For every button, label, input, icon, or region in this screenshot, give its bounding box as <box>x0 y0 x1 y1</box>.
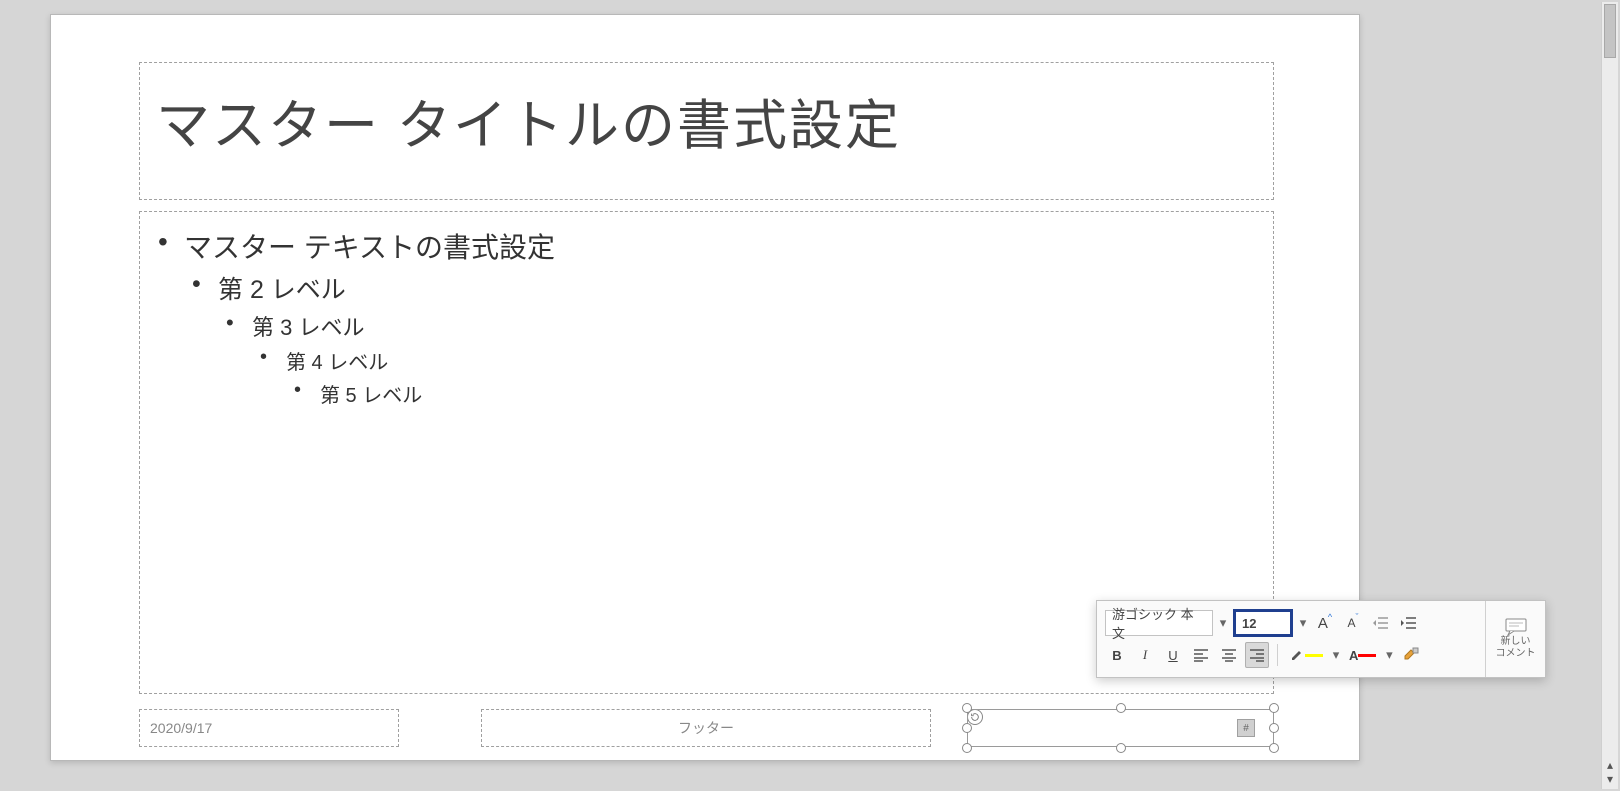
date-text: 2020/9/17 <box>150 720 212 736</box>
scroll-next-icon[interactable]: ▾ <box>1607 773 1613 785</box>
mini-toolbar: 游ゴシック 本文 ▾ 12 ▾ A^ Aˇ B I U <box>1096 600 1546 678</box>
title-text: マスター タイトルの書式設定 <box>156 81 1257 160</box>
highlight-color-button[interactable] <box>1286 642 1326 668</box>
caret-up-icon: ^ <box>1328 612 1332 622</box>
bold-button[interactable]: B <box>1105 642 1129 668</box>
new-comment-button[interactable]: 新しい コメント <box>1485 601 1545 677</box>
date-placeholder[interactable]: 2020/9/17 <box>139 709 399 747</box>
decrease-indent-button[interactable] <box>1369 610 1393 636</box>
align-center-icon <box>1221 648 1237 662</box>
new-comment-label-1: 新しい <box>1501 636 1531 648</box>
font-color-button[interactable]: A <box>1346 642 1379 668</box>
font-size-value: 12 <box>1242 616 1256 631</box>
highlight-color-swatch <box>1305 654 1323 657</box>
body-level-1: マスター テキストの書式設定 <box>158 226 1255 266</box>
font-size-combo[interactable]: 12 <box>1233 609 1293 637</box>
footer-text: フッター <box>678 718 734 738</box>
mini-toolbar-row-1: 游ゴシック 本文 ▾ 12 ▾ A^ Aˇ <box>1105 607 1477 639</box>
title-placeholder[interactable]: マスター タイトルの書式設定 <box>139 62 1274 200</box>
font-name-dropdown[interactable]: ▾ <box>1217 615 1229 631</box>
font-color-swatch <box>1358 654 1376 657</box>
align-left-button[interactable] <box>1189 642 1213 668</box>
body-level-4: 第 4 レベル <box>260 346 1255 375</box>
align-right-icon <box>1249 648 1265 662</box>
grow-font-button[interactable]: A^ <box>1313 610 1337 636</box>
slide-number-placeholder-selected[interactable]: # <box>967 709 1274 747</box>
font-name-value: 游ゴシック 本文 <box>1112 604 1206 642</box>
vertical-scrollbar[interactable]: ▴ ▾ <box>1601 2 1618 789</box>
align-left-icon <box>1193 648 1209 662</box>
slide-number-icon: # <box>1237 719 1255 737</box>
mini-toolbar-row-2: B I U ▾ A ▾ <box>1105 639 1477 671</box>
shrink-font-button[interactable]: Aˇ <box>1341 610 1365 636</box>
scrollbar-thumb[interactable] <box>1604 4 1616 58</box>
font-name-combo[interactable]: 游ゴシック 本文 <box>1105 610 1213 636</box>
comment-icon <box>1505 618 1527 636</box>
increase-indent-icon <box>1400 615 1418 631</box>
separator <box>1277 644 1278 666</box>
scroll-prev-icon[interactable]: ▴ <box>1607 759 1613 771</box>
resize-handle-top-right[interactable] <box>1269 703 1279 713</box>
new-comment-label-2: コメント <box>1496 648 1536 660</box>
highlighter-icon <box>1289 648 1305 662</box>
paintbrush-icon <box>1402 647 1420 663</box>
resize-handle-top-left[interactable] <box>962 703 972 713</box>
body-level-3: 第 3 レベル <box>226 310 1255 342</box>
format-painter-button[interactable] <box>1399 642 1423 668</box>
font-color-dropdown[interactable]: ▾ <box>1383 647 1395 663</box>
resize-handle-bottom-left[interactable] <box>962 743 972 753</box>
font-size-dropdown[interactable]: ▾ <box>1297 615 1309 631</box>
resize-handle-mid-left[interactable] <box>962 723 972 733</box>
resize-handle-mid-right[interactable] <box>1269 723 1279 733</box>
resize-handle-bottom-mid[interactable] <box>1116 743 1126 753</box>
resize-handle-bottom-right[interactable] <box>1269 743 1279 753</box>
caret-down-icon: ˇ <box>1356 612 1359 622</box>
align-right-button[interactable] <box>1245 642 1269 668</box>
align-center-button[interactable] <box>1217 642 1241 668</box>
underline-button[interactable]: U <box>1161 642 1185 668</box>
increase-indent-button[interactable] <box>1397 610 1421 636</box>
resize-handle-top-mid[interactable] <box>1116 703 1126 713</box>
body-level-5: 第 5 レベル <box>294 379 1255 408</box>
decrease-indent-icon <box>1372 615 1390 631</box>
footer-placeholder[interactable]: フッター <box>481 709 931 747</box>
italic-button[interactable]: I <box>1133 642 1157 668</box>
body-level-2: 第 2 レベル <box>192 270 1255 306</box>
highlight-color-dropdown[interactable]: ▾ <box>1330 647 1342 663</box>
